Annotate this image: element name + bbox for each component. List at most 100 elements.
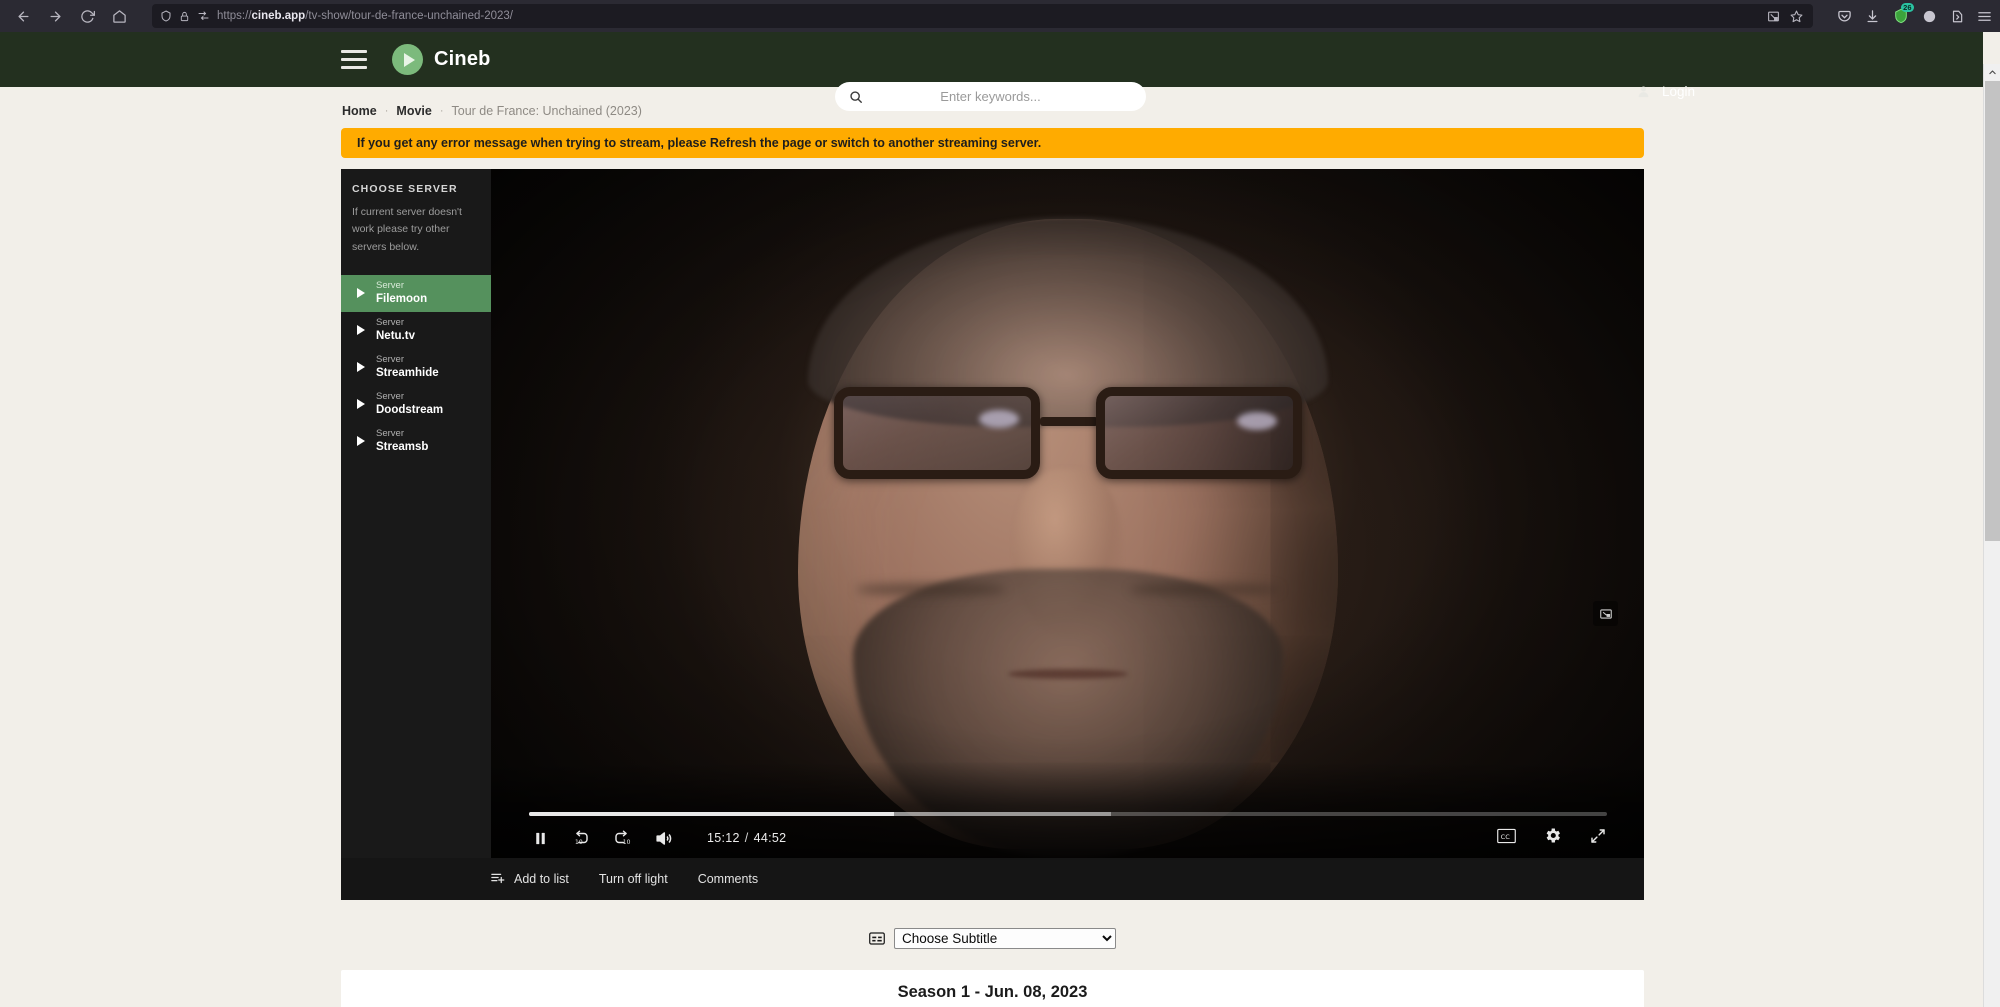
url-text: https://cineb.app/tv-show/tour-de-france… xyxy=(217,10,513,22)
page-viewport: Cineb Login Home · Movie · Tour de Franc… xyxy=(0,32,2000,1007)
adblock-count-badge: 26 xyxy=(1900,3,1914,12)
pocket-icon[interactable] xyxy=(1837,9,1852,24)
server-item-name: Filemoon xyxy=(376,293,428,306)
brand-logo-link[interactable]: Cineb xyxy=(392,44,491,75)
time-separator: / xyxy=(744,831,749,845)
server-panel: CHOOSE SERVER If current server doesn't … xyxy=(341,169,491,858)
server-item-label: Server xyxy=(376,391,404,403)
reload-icon[interactable] xyxy=(72,3,102,29)
subtitle-selector-row: Choose Subtitle xyxy=(341,928,1644,949)
server-item-label: Server xyxy=(376,317,404,329)
search-input[interactable] xyxy=(863,89,1132,104)
login-label: Login xyxy=(1661,84,1695,99)
lock-icon[interactable] xyxy=(179,11,190,22)
server-item-name: Streamhide xyxy=(376,367,439,380)
forward-10-icon[interactable]: 10 xyxy=(613,829,631,847)
main-container: Home · Movie · Tour de France: Unchained… xyxy=(339,87,1644,1007)
scroll-up-arrow-icon[interactable] xyxy=(1984,64,2000,81)
search-box[interactable] xyxy=(835,82,1146,111)
player-right-controls: CC xyxy=(1497,826,1607,850)
play-circle-logo-icon xyxy=(392,44,423,75)
page-content: Cineb Login Home · Movie · Tour de Franc… xyxy=(0,32,1983,1007)
server-item-streamhide[interactable]: Server Streamhide xyxy=(341,349,491,386)
subtitles-icon xyxy=(869,932,885,945)
turn-off-light-button[interactable]: Turn off light xyxy=(599,872,668,886)
stream-error-notice: If you get any error message when trying… xyxy=(341,128,1644,158)
reader-mode-icon[interactable] xyxy=(197,10,210,22)
screenshot-icon[interactable] xyxy=(1767,10,1780,23)
login-button[interactable]: Login xyxy=(1636,84,1695,99)
comments-label: Comments xyxy=(697,872,759,886)
server-item-doodstream[interactable]: Server Doodstream xyxy=(341,386,491,423)
server-item-name: Streamsb xyxy=(376,441,429,454)
subtitle-select[interactable]: Choose Subtitle xyxy=(894,928,1116,949)
site-header: Cineb Login xyxy=(0,32,1983,111)
address-bar[interactable]: https://cineb.app/tv-show/tour-de-france… xyxy=(152,4,1813,28)
fullscreen-icon[interactable] xyxy=(1589,827,1607,850)
server-list: Server Filemoon Server Netu.tv Server St… xyxy=(341,274,491,460)
user-avatar-icon xyxy=(1636,84,1651,99)
back-arrow-icon[interactable] xyxy=(8,3,38,29)
duration: 44:52 xyxy=(753,831,787,845)
time-display: 15:12 / 44:52 xyxy=(707,831,786,845)
svg-text:CC: CC xyxy=(1501,832,1511,840)
settings-gear-icon[interactable] xyxy=(1543,826,1562,850)
add-to-list-icon xyxy=(490,870,505,888)
closed-captions-icon[interactable]: CC xyxy=(1497,828,1516,849)
star-bookmark-icon[interactable] xyxy=(1790,10,1803,23)
player-controls: 10 10 15:12 / 44:52 CC xyxy=(491,762,1644,858)
breadcrumb-category[interactable]: Movie xyxy=(396,104,431,118)
season-header: Season 1 - Jun. 08, 2023 xyxy=(341,970,1644,1007)
svg-text:10: 10 xyxy=(575,839,583,846)
server-item-label: Server xyxy=(376,354,404,366)
browser-toolbar: https://cineb.app/tv-show/tour-de-france… xyxy=(0,0,2000,32)
site-menu-toggle[interactable] xyxy=(341,50,367,69)
server-item-filemoon[interactable]: Server Filemoon xyxy=(341,274,491,312)
volume-on-icon[interactable] xyxy=(654,829,673,848)
server-item-streamsb[interactable]: Server Streamsb xyxy=(341,423,491,460)
downloads-icon[interactable] xyxy=(1865,9,1880,24)
hamburger-menu-icon[interactable] xyxy=(1977,9,1992,24)
play-triangle-icon xyxy=(357,399,365,410)
server-panel-hint: If current server doesn't work please tr… xyxy=(352,206,462,253)
server-item-label: Server xyxy=(376,280,404,292)
adblock-shield-icon[interactable]: 26 xyxy=(1893,3,1914,24)
globe-extension-icon[interactable] xyxy=(1922,9,1937,24)
player-block: CHOOSE SERVER If current server doesn't … xyxy=(341,169,1644,858)
picture-in-picture-icon[interactable] xyxy=(1593,601,1618,626)
home-icon[interactable] xyxy=(104,3,134,29)
svg-text:10: 10 xyxy=(623,839,631,846)
server-item-netutv[interactable]: Server Netu.tv xyxy=(341,312,491,349)
brand-name: Cineb xyxy=(434,48,491,70)
scrollbar-thumb[interactable] xyxy=(1985,81,2000,541)
container-tabs-icon[interactable] xyxy=(1950,9,1964,24)
stream-error-notice-text: If you get any error message when trying… xyxy=(357,136,1042,150)
page-scrollbar[interactable] xyxy=(1983,64,2000,1007)
search-icon xyxy=(849,90,863,104)
breadcrumb-current: Tour de France: Unchained (2023) xyxy=(451,104,642,118)
browser-extensions-area: 26 xyxy=(1825,3,1992,24)
comments-button[interactable]: Comments xyxy=(698,872,758,886)
player-action-bar: Add to list Turn off light Comments xyxy=(341,858,1644,900)
shield-icon[interactable] xyxy=(160,10,172,22)
add-to-list-label: Add to list xyxy=(514,872,569,886)
forward-arrow-icon[interactable] xyxy=(40,3,70,29)
breadcrumb-home[interactable]: Home xyxy=(342,104,377,118)
play-triangle-icon xyxy=(357,325,365,336)
server-item-label: Server xyxy=(376,428,404,440)
progress-played xyxy=(529,812,895,816)
video-frame-vignette xyxy=(491,169,1644,858)
server-item-name: Doodstream xyxy=(376,404,444,417)
rewind-10-icon[interactable]: 10 xyxy=(572,829,590,847)
add-to-list-button[interactable]: Add to list xyxy=(490,870,569,888)
server-panel-title: CHOOSE SERVER xyxy=(352,183,458,195)
turn-off-light-label: Turn off light xyxy=(598,872,668,886)
play-triangle-icon xyxy=(357,436,365,447)
video-player[interactable]: 10 10 15:12 / 44:52 CC xyxy=(491,169,1644,858)
server-item-name: Netu.tv xyxy=(376,330,415,343)
current-time: 15:12 xyxy=(707,831,740,845)
progress-bar[interactable] xyxy=(529,812,1607,816)
breadcrumb-separator: · xyxy=(439,105,444,117)
pause-icon[interactable] xyxy=(532,830,549,847)
play-triangle-icon xyxy=(357,288,365,299)
